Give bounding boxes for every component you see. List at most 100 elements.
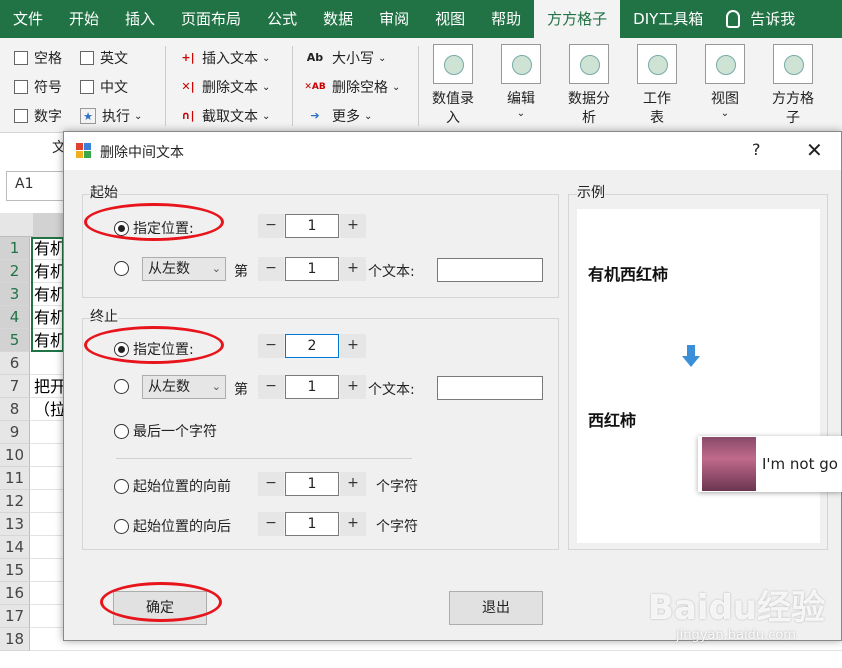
tab-page-layout[interactable]: 页面布局 [168, 0, 254, 38]
exit-button[interactable]: 退出 [449, 591, 543, 625]
start-nth-input[interactable]: 1 [285, 257, 339, 281]
insert-text-button[interactable]: +| 插入文本 ⌄ [180, 48, 270, 68]
row-header[interactable]: 7 [0, 375, 30, 398]
end-position-input[interactable]: 2 [285, 334, 339, 358]
end-nth-input[interactable]: 1 [285, 375, 339, 399]
radio-dot[interactable] [114, 379, 129, 394]
end-last-char-radio[interactable]: 最后一个字符 [114, 421, 217, 441]
start-position-stepper[interactable]: −1 + [258, 214, 366, 238]
case-button[interactable]: Ab 大小写 ⌄ [304, 48, 387, 68]
checkbox-chinese[interactable]: 中文 [80, 77, 128, 97]
increment-button[interactable]: + [340, 512, 366, 536]
delete-space-button[interactable]: ✕AB 删除空格 ⌄ [304, 77, 400, 97]
tab-insert[interactable]: 插入 [112, 0, 168, 38]
tell-me-button[interactable]: 告诉我 [746, 0, 799, 38]
end-nth-radio[interactable] [114, 379, 133, 394]
extract-text-button[interactable]: ∩| 截取文本 ⌄ [180, 106, 271, 126]
row-header[interactable]: 9 [0, 421, 30, 444]
decrement-button[interactable]: − [258, 512, 284, 536]
checkbox-space[interactable]: 空格 [14, 48, 62, 68]
checkbox-box[interactable] [14, 109, 28, 123]
tab-fangfanggezi[interactable]: 方方格子 [534, 0, 621, 38]
checkbox-number[interactable]: 数字 [14, 106, 62, 126]
increment-button[interactable]: + [340, 214, 366, 238]
end-before-stepper[interactable]: −1 + [258, 472, 366, 496]
radio-dot[interactable] [114, 423, 129, 439]
increment-button[interactable]: + [340, 472, 366, 496]
end-after-radio[interactable]: 起始位置的向后 [114, 516, 231, 536]
end-nth-stepper[interactable]: −1 + [258, 375, 366, 399]
increment-button[interactable]: + [340, 257, 366, 281]
end-after-input[interactable]: 1 [285, 512, 339, 536]
decrement-button[interactable]: − [258, 257, 284, 281]
end-before-radio[interactable]: 起始位置的向前 [114, 476, 231, 496]
checkbox-box[interactable] [14, 51, 28, 65]
tab-diy-toolbox[interactable]: DIY工具箱 [620, 0, 716, 38]
cell[interactable]: 把开 [34, 375, 66, 398]
start-nth-stepper[interactable]: −1 + [258, 257, 366, 281]
row-header[interactable]: 10 [0, 444, 30, 467]
checkbox-box[interactable] [80, 80, 94, 94]
row-header[interactable]: 15 [0, 559, 30, 582]
tab-view[interactable]: 视图 [422, 0, 478, 38]
start-text-input[interactable] [437, 258, 543, 282]
more-button[interactable]: ➔ 更多 ⌄ [304, 106, 372, 126]
start-position-input[interactable]: 1 [285, 214, 339, 238]
row-header[interactable]: 14 [0, 536, 30, 559]
row-header[interactable]: 16 [0, 582, 30, 605]
row-header[interactable]: 18 [0, 628, 30, 651]
row-header[interactable]: 2 [0, 260, 30, 283]
delete-text-button[interactable]: ✕| 删除文本 ⌄ [180, 77, 270, 97]
video-popup[interactable]: I'm not go [698, 436, 842, 492]
end-text-input[interactable] [437, 376, 543, 400]
row-header[interactable]: 3 [0, 283, 30, 306]
row-header[interactable]: 1 [0, 237, 30, 260]
row-header[interactable]: 6 [0, 352, 30, 375]
tab-formulas[interactable]: 公式 [254, 0, 310, 38]
checkbox-box[interactable] [14, 80, 28, 94]
start-nth-radio[interactable] [114, 261, 133, 276]
tab-data[interactable]: 数据 [310, 0, 366, 38]
row-header[interactable]: 5 [0, 329, 30, 352]
checkbox-box[interactable] [80, 51, 94, 65]
row-header[interactable]: 4 [0, 306, 30, 329]
radio-dot[interactable] [114, 478, 129, 494]
decrement-button[interactable]: − [258, 334, 284, 358]
value-entry-button[interactable]: 数值录入 [424, 44, 482, 128]
data-analysis-button[interactable]: 数据分析 [560, 44, 618, 128]
start-direction-select[interactable]: 从左数 ⌄ [142, 257, 226, 281]
close-button[interactable]: ✕ [806, 138, 823, 162]
name-box[interactable]: A1 [6, 171, 64, 201]
column-a-header[interactable] [33, 213, 63, 237]
end-before-input[interactable]: 1 [285, 472, 339, 496]
row-header[interactable]: 13 [0, 513, 30, 536]
decrement-button[interactable]: − [258, 375, 284, 399]
end-direction-value: 从左数 [148, 379, 190, 395]
checkbox-english[interactable]: 英文 [80, 48, 128, 68]
worksheet-button[interactable]: 工作表 [628, 44, 686, 128]
decrement-button[interactable]: − [258, 214, 284, 238]
radio-dot[interactable] [114, 518, 129, 534]
row-header[interactable]: 8 [0, 398, 30, 421]
end-after-stepper[interactable]: −1 + [258, 512, 366, 536]
decrement-button[interactable]: − [258, 472, 284, 496]
end-direction-select[interactable]: 从左数 ⌄ [142, 375, 226, 399]
checkbox-symbol[interactable]: 符号 [14, 77, 62, 97]
row-header[interactable]: 12 [0, 490, 30, 513]
tab-help[interactable]: 帮助 [478, 0, 534, 38]
cell[interactable]: （拉 [34, 398, 66, 421]
end-position-stepper[interactable]: −2 + [258, 334, 366, 358]
increment-button[interactable]: + [340, 334, 366, 358]
help-button[interactable]: ? [752, 140, 761, 159]
view-button[interactable]: 视图 ⌄ [696, 44, 754, 119]
row-header[interactable]: 11 [0, 467, 30, 490]
tab-home[interactable]: 开始 [56, 0, 112, 38]
fangfang-button[interactable]: 方方格子 [764, 44, 822, 128]
tab-file[interactable]: 文件 [0, 0, 56, 38]
increment-button[interactable]: + [340, 375, 366, 399]
row-header[interactable]: 17 [0, 605, 30, 628]
tab-review[interactable]: 审阅 [366, 0, 422, 38]
execute-button[interactable]: ★ 执行 ⌄ [80, 106, 142, 126]
edit-button[interactable]: 编辑 ⌄ [492, 44, 550, 119]
radio-dot[interactable] [114, 261, 129, 276]
